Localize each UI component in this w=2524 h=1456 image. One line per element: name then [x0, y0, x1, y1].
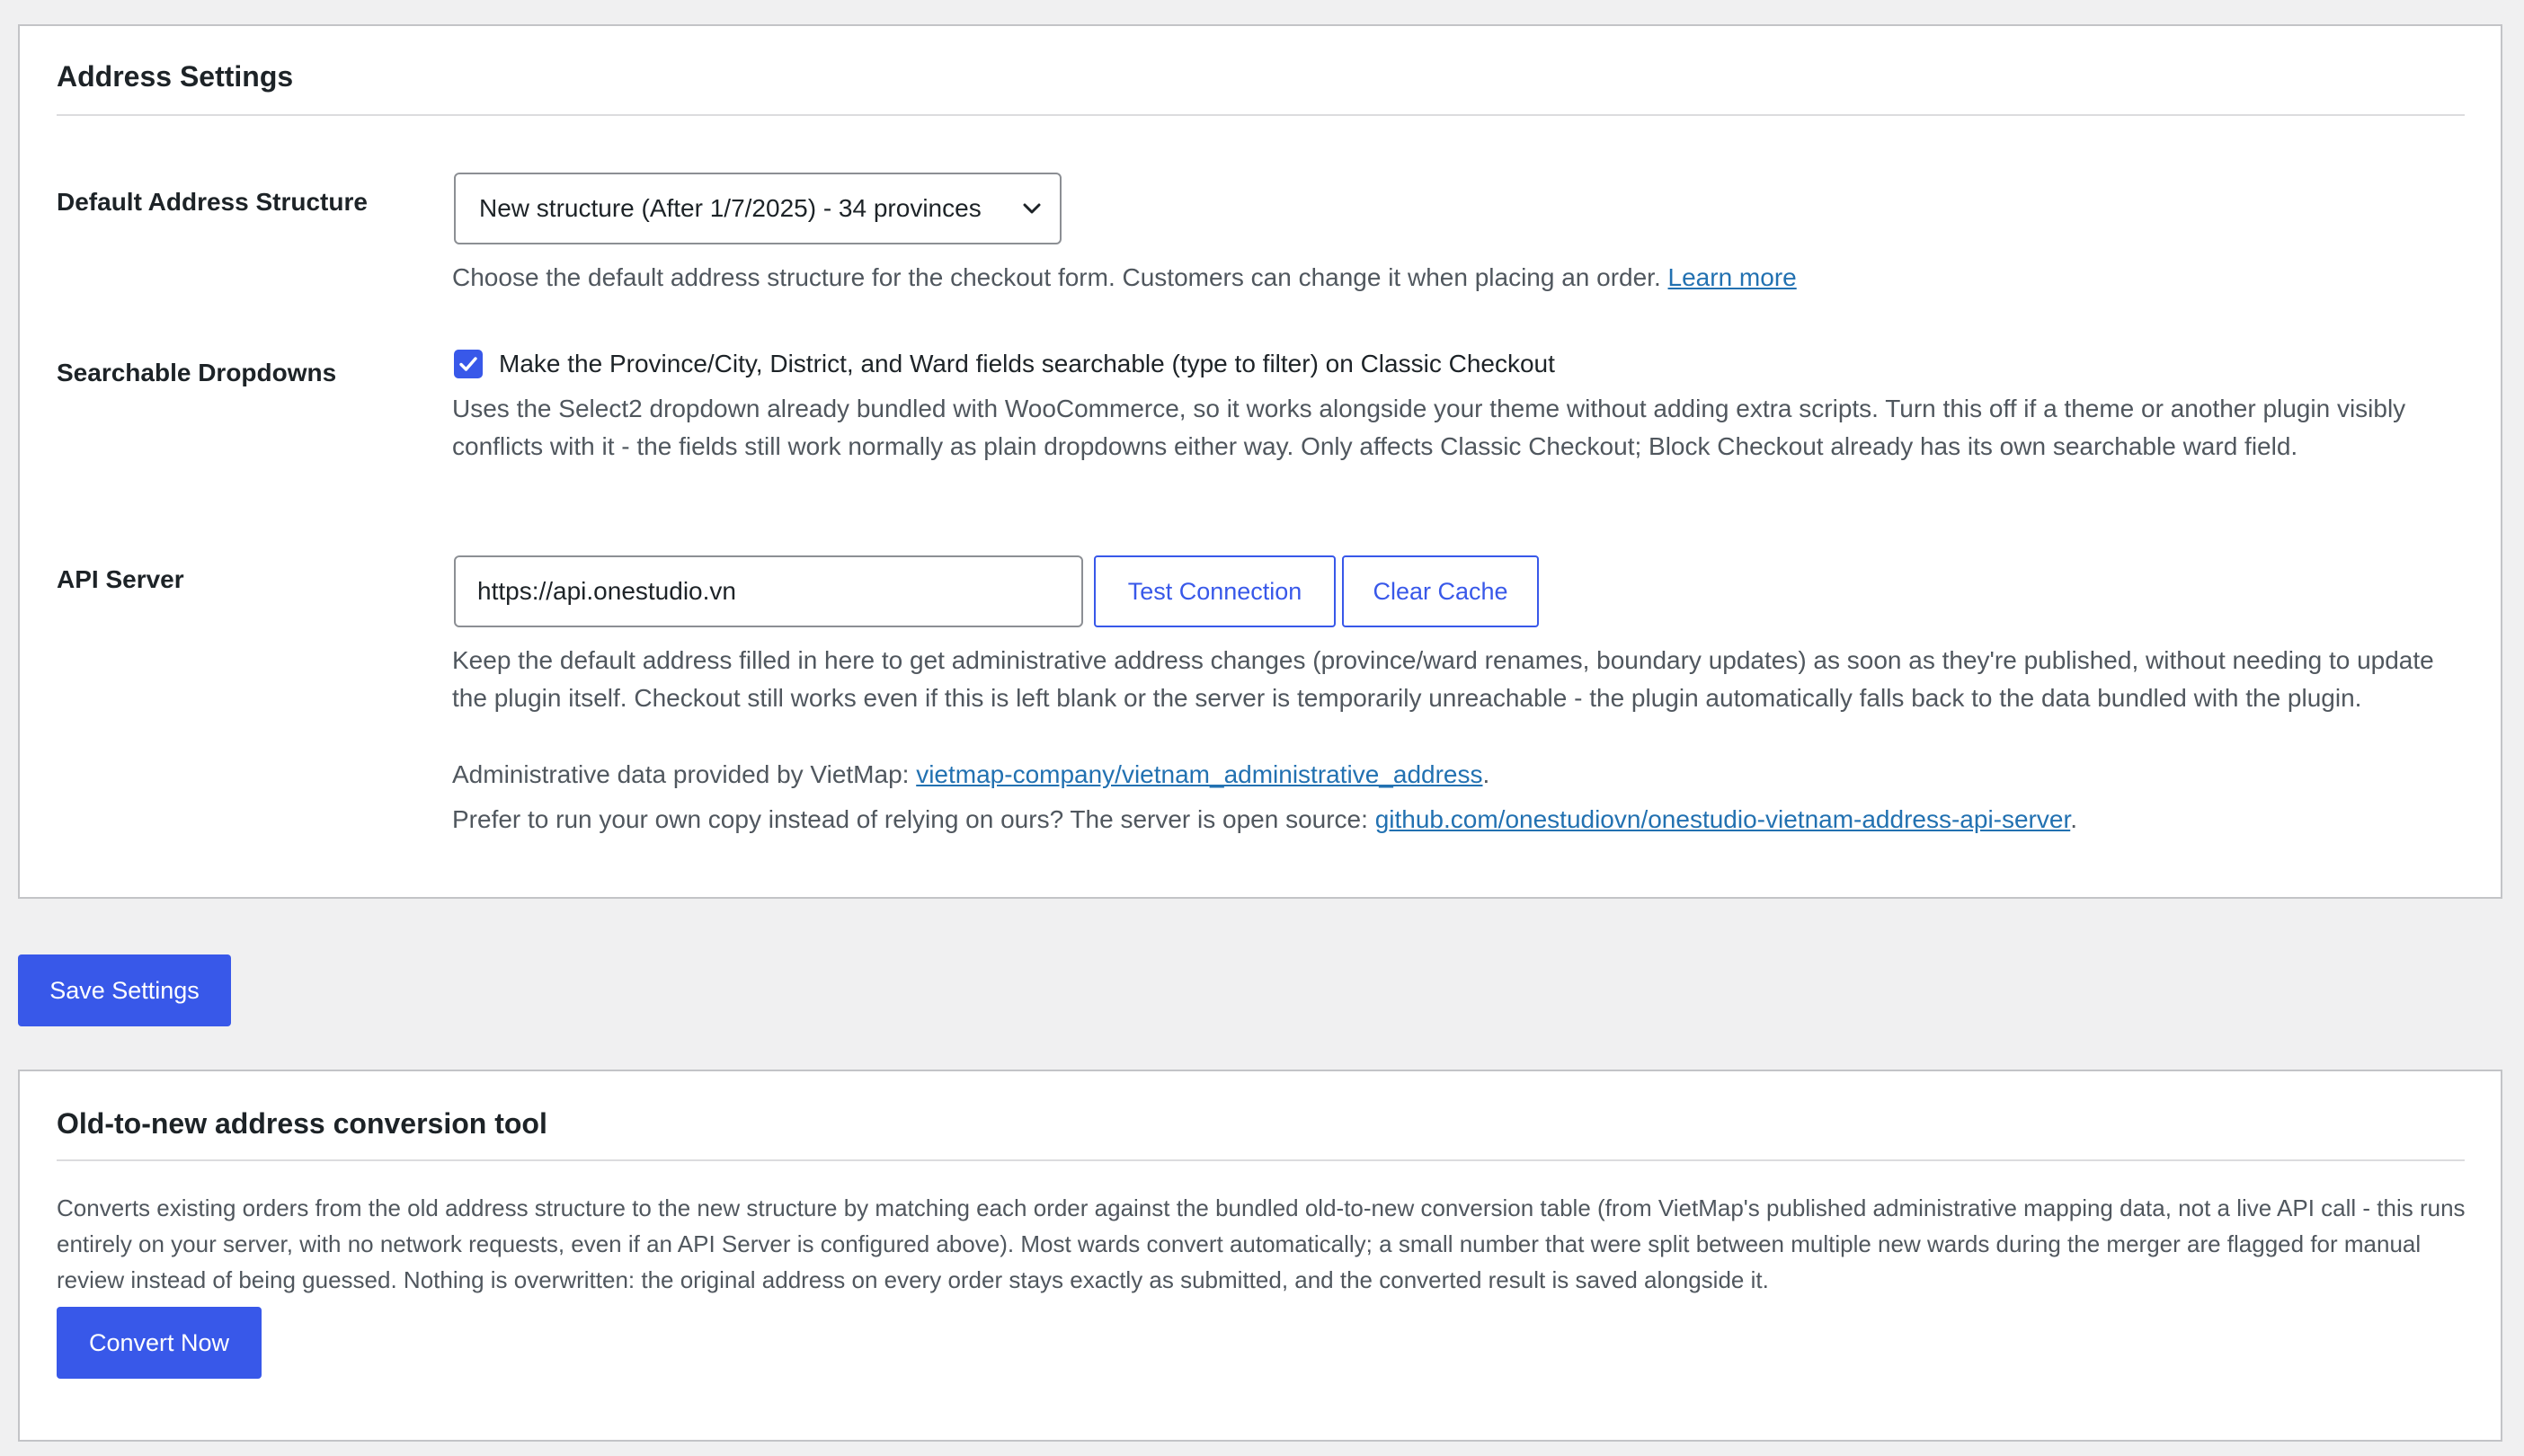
address-settings-title: Address Settings: [57, 60, 294, 93]
conversion-tool-description: Converts existing orders from the old ad…: [57, 1194, 2466, 1293]
vietmap-credit: Administrative data provided by VietMap:…: [452, 756, 2475, 794]
api-server-label: API Server: [57, 565, 184, 593]
open-source-note-text: Prefer to run your own copy instead of r…: [452, 805, 1375, 833]
convert-now-button[interactable]: Convert Now: [57, 1307, 262, 1379]
section-divider: [57, 114, 2465, 116]
searchable-checkbox-label: Make the Province/City, District, and Wa…: [499, 350, 1555, 377]
vietmap-credit-text: Administrative data provided by VietMap:: [452, 760, 917, 788]
save-settings-button[interactable]: Save Settings: [18, 954, 231, 1026]
open-source-note: Prefer to run your own copy instead of r…: [452, 801, 2475, 839]
checkmark-icon: [459, 357, 477, 371]
address-settings-panel: Address Settings Default Address Structu…: [18, 24, 2502, 899]
api-server-input[interactable]: [454, 555, 1083, 627]
default-structure-label: Default Address Structure: [57, 188, 368, 216]
clear-cache-button[interactable]: Clear Cache: [1342, 555, 1539, 627]
default-structure-select[interactable]: New structure (After 1/7/2025) - 34 prov…: [454, 173, 1062, 244]
learn-more-link[interactable]: Learn more: [1668, 263, 1797, 291]
vietmap-repo-link[interactable]: vietmap-company/vietnam_administrative_a…: [916, 760, 1482, 788]
searchable-dropdowns-label: Searchable Dropdowns: [57, 359, 337, 386]
section-divider: [57, 1159, 2465, 1161]
searchable-checkbox[interactable]: [454, 350, 483, 378]
searchable-description: Uses the Select2 dropdown already bundle…: [452, 395, 2406, 460]
vietmap-credit-suffix: .: [1482, 760, 1490, 788]
open-source-note-suffix: .: [2070, 805, 2078, 833]
default-structure-selected: New structure (After 1/7/2025) - 34 prov…: [479, 194, 982, 222]
conversion-tool-panel: Old-to-new address conversion tool Conve…: [18, 1070, 2502, 1442]
conversion-tool-title: Old-to-new address conversion tool: [57, 1107, 547, 1140]
test-connection-button[interactable]: Test Connection: [1094, 555, 1336, 627]
github-repo-link[interactable]: github.com/onestudiovn/onestudio-vietnam…: [1375, 805, 2071, 833]
searchable-checkbox-row[interactable]: Make the Province/City, District, and Wa…: [454, 350, 1555, 378]
default-structure-description-text: Choose the default address structure for…: [452, 263, 1668, 291]
default-structure-description: Choose the default address structure for…: [452, 259, 2475, 297]
api-server-description: Keep the default address filled in here …: [452, 646, 2434, 712]
chevron-down-icon: [1023, 203, 1041, 214]
